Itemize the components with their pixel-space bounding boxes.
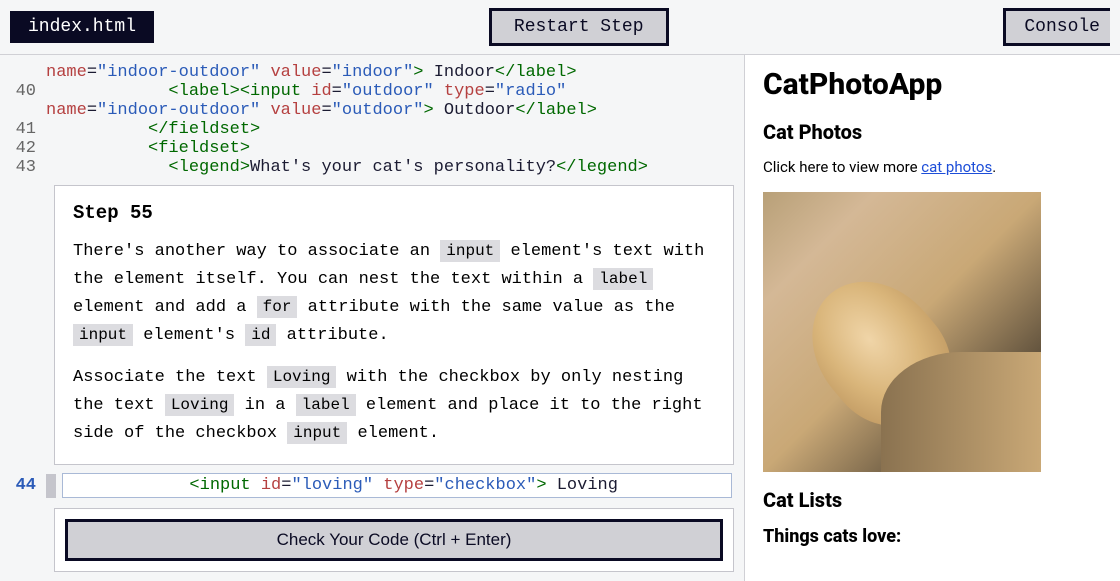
code-input[interactable]: <input id="loving" type="checkbox"> Lovi…	[62, 473, 732, 498]
preview-paragraph: Click here to view more cat photos.	[763, 158, 1102, 176]
toolbar: index.html Restart Step Console	[0, 0, 1120, 55]
code-line[interactable]: 40 <label><input id="outdoor" type="radi…	[0, 82, 744, 101]
code-line[interactable]: name="indoor-outdoor" value="indoor"> In…	[0, 63, 744, 82]
preview-h3: Things cats love:	[763, 526, 1102, 547]
instruction-paragraph: Associate the text Loving with the check…	[73, 364, 715, 448]
cat-image[interactable]	[763, 192, 1041, 472]
file-tab-index[interactable]: index.html	[10, 11, 154, 43]
gutter: 44	[0, 476, 46, 495]
preview-pane: CatPhotoApp Cat Photos Click here to vie…	[745, 55, 1120, 581]
restart-step-button[interactable]: Restart Step	[489, 8, 669, 46]
check-code-button[interactable]: Check Your Code (Ctrl + Enter)	[65, 519, 723, 561]
editable-code-line[interactable]: 44 <input id="loving" type="checkbox"> L…	[0, 473, 744, 498]
gutter: 41	[0, 120, 46, 139]
code-line[interactable]: name="indoor-outdoor" value="outdoor"> O…	[0, 101, 744, 120]
preview-h2-lists: Cat Lists	[763, 488, 1102, 512]
step-instructions: Step 55 There's another way to associate…	[54, 185, 734, 465]
console-button[interactable]: Console	[1003, 8, 1110, 46]
preview-h1: CatPhotoApp	[763, 67, 1102, 102]
gutter: 43	[0, 158, 46, 177]
code-line[interactable]: 41 </fieldset>	[0, 120, 744, 139]
cat-photos-link[interactable]: cat photos	[921, 158, 992, 176]
check-container: Check Your Code (Ctrl + Enter)	[54, 508, 734, 572]
gutter: 42	[0, 139, 46, 158]
code-line[interactable]: 42 <fieldset>	[0, 139, 744, 158]
cursor-marker	[46, 474, 56, 498]
gutter: 40	[0, 82, 46, 101]
instruction-paragraph: There's another way to associate an inpu…	[73, 238, 715, 350]
code-editor[interactable]: name="indoor-outdoor" value="indoor"> In…	[0, 55, 745, 581]
step-title: Step 55	[73, 202, 715, 224]
code-line[interactable]: 43 <legend>What's your cat's personality…	[0, 158, 744, 177]
preview-h2-photos: Cat Photos	[763, 120, 1102, 144]
